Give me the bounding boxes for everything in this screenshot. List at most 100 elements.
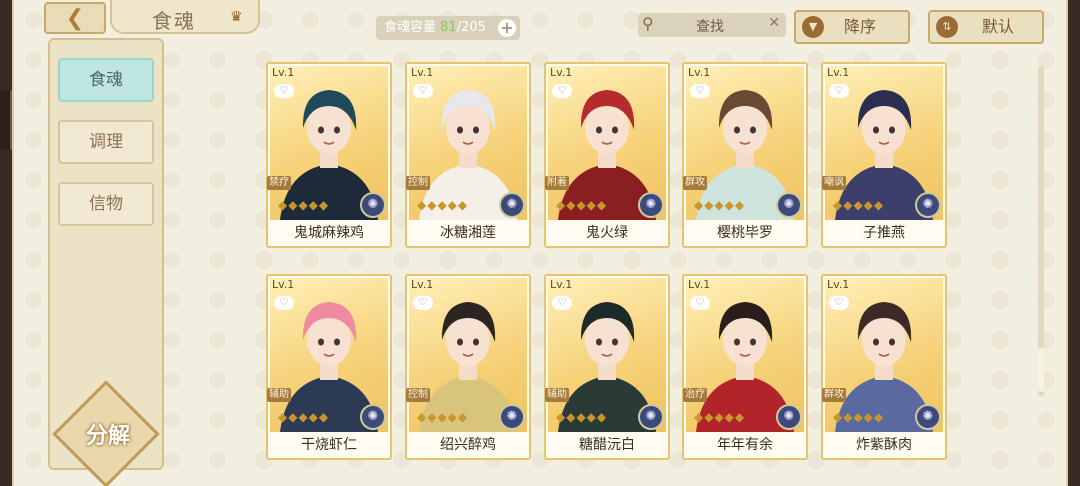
sidebar-item-conditioning[interactable]: 调理 <box>58 120 154 164</box>
capacity-max: /205 <box>456 20 486 35</box>
element-icon: ✺ <box>499 192 525 218</box>
sidebar-item-label: 信物 <box>89 194 123 214</box>
food-soul-card[interactable]: Lv.1 ♡ 群攻 ◆◆◆◆◆ ✺ 炸紫酥肉 <box>821 274 947 460</box>
card-name: 樱桃毕罗 <box>717 225 773 241</box>
decompose-label: 分解 <box>85 423 130 449</box>
food-soul-card[interactable]: Lv.1 ♡ 附着 ◆◆◆◆◆ ✺ 鬼火绿 <box>544 62 670 248</box>
food-soul-card[interactable]: Lv.1 ♡ 辅助 ◆◆◆◆◆ ✺ 干烧虾仁 <box>266 274 392 460</box>
food-soul-card[interactable]: Lv.1 ♡ 禁疗 ◆◆◆◆◆ ✺ 鬼城麻辣鸡 <box>266 62 392 248</box>
food-soul-card[interactable]: Lv.1 ♡ 群攻 ◆◆◆◆◆ ✺ 樱桃毕罗 <box>682 62 808 248</box>
card-role-tag: 控制 <box>406 176 430 190</box>
capacity-current: 81 <box>440 20 457 35</box>
sidebar: 食魂 调理 信物 分解 <box>48 38 164 486</box>
swap-icon: ⇅ <box>936 16 958 38</box>
card-name: 冰糖湘莲 <box>440 225 496 241</box>
scrollbar-thumb[interactable] <box>1038 348 1044 392</box>
card-level: Lv.1 <box>688 66 711 79</box>
star-rating: ◆◆◆◆◆ <box>833 410 885 424</box>
scrollbar[interactable] <box>1038 66 1044 396</box>
main-frame: ❮ 食魂 ♛ 食魂容量 81/205 + ⚲ 查找 ✕ ▼ 降序 ⇅ 默认 食魂… <box>12 0 1068 486</box>
favorite-icon[interactable]: ♡ <box>829 296 849 310</box>
back-arrow-icon: ❮ <box>65 5 85 31</box>
capacity-display: 食魂容量 81/205 + <box>376 16 520 40</box>
food-soul-card[interactable]: Lv.1 ♡ 治疗 ◆◆◆◆◆ ✺ 年年有余 <box>682 274 808 460</box>
favorite-icon[interactable]: ♡ <box>552 84 572 98</box>
element-icon: ✺ <box>360 192 386 218</box>
star-rating: ◆◆◆◆◆ <box>417 198 469 212</box>
sidebar-item-label: 调理 <box>89 132 123 152</box>
card-name: 子推燕 <box>863 225 905 241</box>
card-role-tag: 治疗 <box>683 388 707 402</box>
search-icon: ⚲ <box>642 14 654 33</box>
page-title: 食魂 <box>152 9 196 33</box>
back-button[interactable]: ❮ <box>44 2 106 34</box>
element-icon: ✺ <box>638 404 664 430</box>
favorite-icon[interactable]: ♡ <box>829 84 849 98</box>
food-soul-card[interactable]: Lv.1 ♡ 嘲讽 ◆◆◆◆◆ ✺ 子推燕 <box>821 62 947 248</box>
search-label: 查找 <box>696 19 724 35</box>
card-level: Lv.1 <box>550 66 573 79</box>
star-rating: ◆◆◆◆◆ <box>694 198 746 212</box>
sidebar-item-label: 食魂 <box>89 70 123 90</box>
sort-order-button[interactable]: ▼ 降序 <box>794 10 910 44</box>
food-soul-card[interactable]: Lv.1 ♡ 控制 ◆◆◆◆◆ ✺ 冰糖湘莲 <box>405 62 531 248</box>
star-rating: ◆◆◆◆◆ <box>556 198 608 212</box>
plus-icon[interactable]: + <box>498 19 516 37</box>
element-icon: ✺ <box>776 192 802 218</box>
card-name: 炸紫酥肉 <box>856 437 912 453</box>
card-role-tag: 控制 <box>406 388 430 402</box>
favorite-icon[interactable]: ♡ <box>552 296 572 310</box>
card-name: 年年有余 <box>717 437 773 453</box>
sidebar-item-food-soul[interactable]: 食魂 <box>58 58 154 102</box>
favorite-icon[interactable]: ♡ <box>413 84 433 98</box>
capacity-label: 食魂容量 <box>384 20 437 35</box>
favorite-icon[interactable]: ♡ <box>274 84 294 98</box>
card-level: Lv.1 <box>411 66 434 79</box>
card-level: Lv.1 <box>550 278 573 291</box>
sort-desc-icon: ▼ <box>802 16 824 38</box>
card-role-tag: 群攻 <box>683 176 707 190</box>
element-icon: ✺ <box>915 192 941 218</box>
element-icon: ✺ <box>776 404 802 430</box>
star-rating: ◆◆◆◆◆ <box>417 410 469 424</box>
card-level: Lv.1 <box>272 66 295 79</box>
element-icon: ✺ <box>915 404 941 430</box>
crown-icon: ♛ <box>230 9 243 25</box>
card-level: Lv.1 <box>827 66 850 79</box>
card-level: Lv.1 <box>827 278 850 291</box>
star-rating: ◆◆◆◆◆ <box>694 410 746 424</box>
card-role-tag: 群攻 <box>822 388 846 402</box>
card-role-tag: 辅助 <box>545 388 569 402</box>
sort-order-label: 降序 <box>844 17 877 36</box>
sidebar-item-tokens[interactable]: 信物 <box>58 182 154 226</box>
sort-mode-button[interactable]: ⇅ 默认 <box>928 10 1044 44</box>
search-input[interactable]: ⚲ 查找 ✕ <box>638 13 786 37</box>
star-rating: ◆◆◆◆◆ <box>278 410 330 424</box>
card-role-tag: 辅助 <box>267 388 291 402</box>
food-soul-card[interactable]: Lv.1 ♡ 控制 ◆◆◆◆◆ ✺ 绍兴醉鸡 <box>405 274 531 460</box>
favorite-icon[interactable]: ♡ <box>690 296 710 310</box>
card-name: 鬼火绿 <box>586 225 628 241</box>
left-edge-decoration <box>0 90 12 150</box>
favorite-icon[interactable]: ♡ <box>274 296 294 310</box>
element-icon: ✺ <box>638 192 664 218</box>
element-icon: ✺ <box>499 404 525 430</box>
card-name: 干烧虾仁 <box>301 437 357 453</box>
sort-mode-label: 默认 <box>982 17 1015 36</box>
card-name: 鬼城麻辣鸡 <box>294 225 364 241</box>
star-rating: ◆◆◆◆◆ <box>556 410 608 424</box>
star-rating: ◆◆◆◆◆ <box>278 198 330 212</box>
star-rating: ◆◆◆◆◆ <box>833 198 885 212</box>
card-level: Lv.1 <box>688 278 711 291</box>
card-role-tag: 禁疗 <box>267 176 291 190</box>
card-level: Lv.1 <box>272 278 295 291</box>
close-icon[interactable]: ✕ <box>768 15 780 31</box>
card-name: 绍兴醉鸡 <box>440 437 496 453</box>
card-role-tag: 嘲讽 <box>822 176 846 190</box>
food-soul-card[interactable]: Lv.1 ♡ 辅助 ◆◆◆◆◆ ✺ 糖醋沅白 <box>544 274 670 460</box>
card-level: Lv.1 <box>411 278 434 291</box>
favorite-icon[interactable]: ♡ <box>690 84 710 98</box>
card-name: 糖醋沅白 <box>579 437 635 453</box>
favorite-icon[interactable]: ♡ <box>413 296 433 310</box>
card-role-tag: 附着 <box>545 176 569 190</box>
